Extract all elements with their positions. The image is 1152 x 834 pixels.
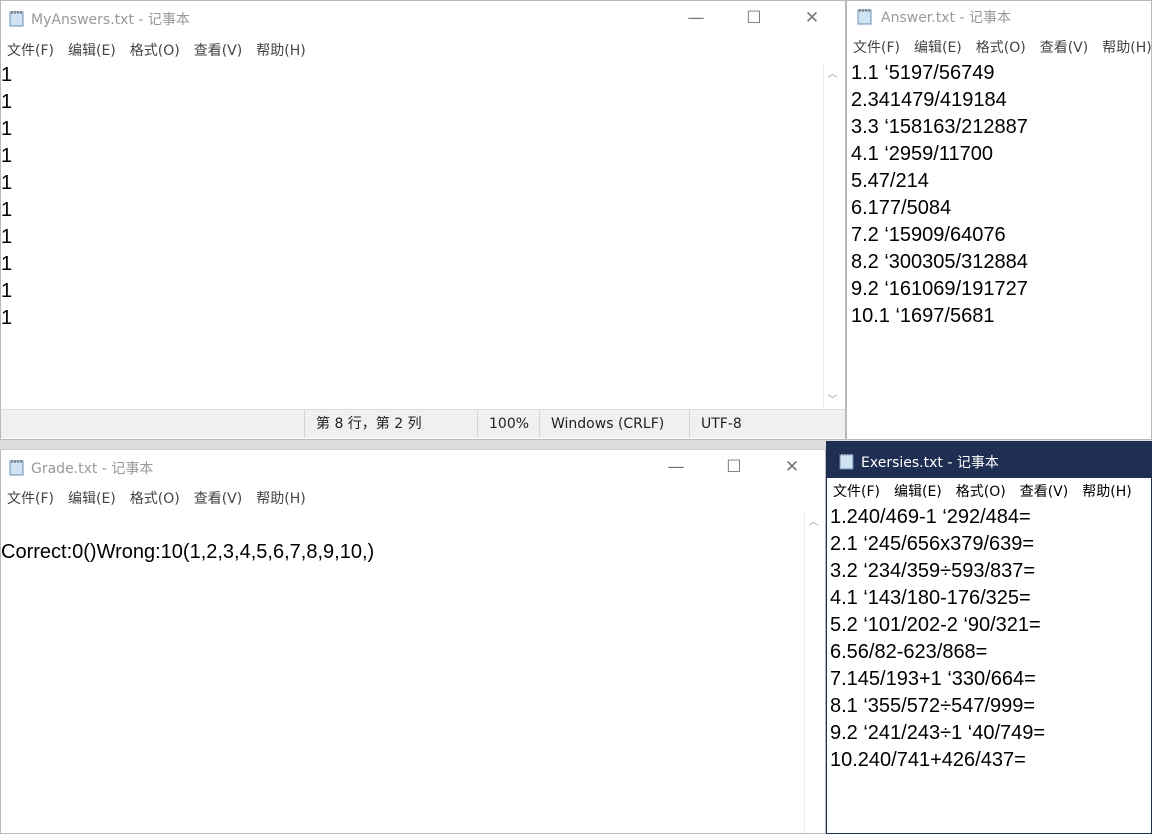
vertical-scrollbar[interactable]: ︿ ﹀ xyxy=(823,63,841,408)
menu-format[interactable]: 格式(O) xyxy=(956,479,1006,505)
text-line: 2.341479/419184 xyxy=(851,89,1007,111)
notepad-icon xyxy=(857,9,872,25)
maximize-button[interactable]: ☐ xyxy=(705,450,763,484)
text-line: 1 xyxy=(1,307,13,329)
text-line: 3.3 ‘158163/212887 xyxy=(851,116,1028,138)
text-line: 8.2 ‘300305/312884 xyxy=(851,251,1028,273)
menu-view[interactable]: 查看(V) xyxy=(1040,35,1089,61)
text-line: 1 xyxy=(1,280,13,302)
text-area[interactable]: Correct:0()Wrong:10(1,2,3,4,5,6,7,8,9,10… xyxy=(1,512,374,566)
text-line: 7.2 ‘15909/64076 xyxy=(851,224,1006,246)
text-line: 2.1 ‘245/656x379/639= xyxy=(830,533,1035,555)
myanswers-titlebar[interactable]: MyAnswers.txt - 记事本 — ☐ ✕ xyxy=(1,1,845,35)
status-encoding: UTF-8 xyxy=(689,410,839,438)
scroll-up-icon[interactable]: ︿ xyxy=(824,65,841,80)
menu-file[interactable]: 文件(F) xyxy=(833,479,880,505)
text-line: 9.2 ‘241/243÷1 ‘40/749= xyxy=(830,722,1046,744)
menu-format[interactable]: 格式(O) xyxy=(976,35,1026,61)
maximize-button[interactable]: ☐ xyxy=(725,1,783,35)
menubar: 文件(F) 编辑(E) 格式(O) 查看(V) 帮助(H) xyxy=(1,486,825,512)
menu-format[interactable]: 格式(O) xyxy=(130,38,180,64)
menu-edit[interactable]: 编辑(E) xyxy=(914,35,962,61)
text-line: 5.2 ‘101/202-2 ‘90/321= xyxy=(830,614,1041,636)
text-line: 10.1 ‘1697/5681 xyxy=(851,305,995,327)
text-area[interactable]: 1 1 1 1 1 1 1 1 1 1 xyxy=(1,62,12,332)
grade-window[interactable]: Grade.txt - 记事本 — ☐ ✕ 文件(F) 编辑(E) 格式(O) 查看(… xyxy=(0,449,826,834)
menu-help[interactable]: 帮助(H) xyxy=(1102,35,1151,61)
menu-file[interactable]: 文件(F) xyxy=(853,35,900,61)
menu-view[interactable]: 查看(V) xyxy=(194,38,243,64)
minimize-button[interactable]: — xyxy=(647,450,705,484)
menu-file[interactable]: 文件(F) xyxy=(7,486,54,512)
text-line: 10.240/741+426/437= xyxy=(830,749,1026,771)
text-line: 4.1 ‘143/180-176/325= xyxy=(830,587,1031,609)
exersies-titlebar[interactable]: Exersies.txt - 记事本 xyxy=(827,442,1151,478)
menu-edit[interactable]: 编辑(E) xyxy=(894,479,942,505)
text-line: 9.2 ‘161069/191727 xyxy=(851,278,1028,300)
menubar: 文件(F) 编辑(E) 格式(O) 查看(V) 帮助(H) xyxy=(847,35,1151,61)
text-line: 1 xyxy=(1,253,13,275)
text-line: Correct:0()Wrong:10(1,2,3,4,5,6,7,8,9,10… xyxy=(1,541,375,563)
text-line: 5.47/214 xyxy=(851,170,929,192)
text-line: 6.177/5084 xyxy=(851,197,952,219)
close-button[interactable]: ✕ xyxy=(783,1,841,35)
notepad-icon xyxy=(9,460,24,476)
notepad-icon xyxy=(9,11,24,27)
text-line: 1 xyxy=(1,91,13,113)
window-title: Answer.txt - 记事本 xyxy=(881,10,1011,26)
text-line: 1 xyxy=(1,145,13,167)
text-line: 1 xyxy=(1,172,13,194)
text-line: 6.56/82-623/868= xyxy=(830,641,988,663)
text-line: 1.1 ‘5197/56749 xyxy=(851,62,995,84)
vertical-scrollbar[interactable]: ︿ xyxy=(804,511,822,833)
answer-window[interactable]: Answer.txt - 记事本 文件(F) 编辑(E) 格式(O) 查看(V) 帮助(… xyxy=(846,0,1152,440)
close-button[interactable]: ✕ xyxy=(763,450,821,484)
scroll-up-icon[interactable]: ︿ xyxy=(805,513,822,528)
text-line: 4.1 ‘2959/11700 xyxy=(851,143,993,165)
text-area[interactable]: 1.240/469-1 ‘292/484= 2.1 ‘245/656x379/63… xyxy=(830,504,1045,774)
exersies-window[interactable]: Exersies.txt - 记事本 文件(F) 编辑(E) 格式(O) 查看(V) 帮… xyxy=(826,441,1152,834)
menu-file[interactable]: 文件(F) xyxy=(7,38,54,64)
text-line: 1 xyxy=(1,118,13,140)
text-line: 1 xyxy=(1,64,13,86)
myanswers-window[interactable]: MyAnswers.txt - 记事本 — ☐ ✕ 文件(F) 编辑(E) 格式(O… xyxy=(0,0,846,440)
menu-view[interactable]: 查看(V) xyxy=(1020,479,1069,505)
grade-titlebar[interactable]: Grade.txt - 记事本 — ☐ ✕ xyxy=(1,450,825,484)
status-bar: 第 8 行，第 2 列 100% Windows (CRLF) UTF-8 xyxy=(1,409,845,438)
status-line-ending: Windows (CRLF) xyxy=(539,410,689,438)
menu-edit[interactable]: 编辑(E) xyxy=(68,486,116,512)
menu-format[interactable]: 格式(O) xyxy=(130,486,180,512)
answer-titlebar[interactable]: Answer.txt - 记事本 xyxy=(847,1,1151,33)
menubar: 文件(F) 编辑(E) 格式(O) 查看(V) 帮助(H) xyxy=(827,479,1151,505)
text-area[interactable]: 1.1 ‘5197/56749 2.341479/419184 3.3 ‘15816… xyxy=(851,60,1028,330)
text-line: 3.2 ‘234/359÷593/837= xyxy=(830,560,1036,582)
minimize-button[interactable]: — xyxy=(667,1,725,35)
menu-help[interactable]: 帮助(H) xyxy=(256,486,305,512)
scroll-down-icon[interactable]: ﹀ xyxy=(824,391,841,406)
window-title: Grade.txt - 记事本 xyxy=(31,461,154,477)
status-zoom: 100% xyxy=(477,410,541,438)
text-line: 1 xyxy=(1,226,13,248)
text-line: 8.1 ‘355/572÷547/999= xyxy=(830,695,1036,717)
window-title: Exersies.txt - 记事本 xyxy=(861,455,999,471)
menu-edit[interactable]: 编辑(E) xyxy=(68,38,116,64)
text-line: 7.145/193+1 ‘330/664= xyxy=(830,668,1036,690)
text-line: 1 xyxy=(1,199,13,221)
text-line: 1.240/469-1 ‘292/484= xyxy=(830,506,1031,528)
menu-help[interactable]: 帮助(H) xyxy=(256,38,305,64)
status-cursor-position: 第 8 行，第 2 列 xyxy=(304,410,479,438)
notepad-icon xyxy=(839,454,854,470)
menu-help[interactable]: 帮助(H) xyxy=(1082,479,1131,505)
menu-view[interactable]: 查看(V) xyxy=(194,486,243,512)
text-line xyxy=(1,512,374,539)
menubar: 文件(F) 编辑(E) 格式(O) 查看(V) 帮助(H) xyxy=(1,38,845,64)
window-title: MyAnswers.txt - 记事本 xyxy=(31,12,190,28)
